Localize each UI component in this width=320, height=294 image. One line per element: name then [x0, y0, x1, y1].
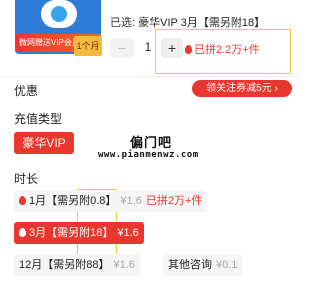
recharge-option-vip[interactable]: 豪华VIP [14, 132, 74, 154]
option-price: ¥1.6 [113, 259, 135, 271]
thumb-duration-badge: 1个月 [74, 36, 102, 56]
joined-count: 已拼2.2万+件 [185, 41, 260, 57]
flame-icon [19, 228, 26, 237]
duration-label: 时长 [14, 172, 39, 186]
duration-option-other[interactable]: 其他咨询 ¥0.1 [163, 254, 243, 276]
option-label: 1月【需另附0.8】 [29, 195, 117, 207]
option-price: ¥1.6 [117, 227, 139, 239]
quantity-value[interactable]: 1 [138, 40, 158, 54]
quantity-increase-button[interactable]: + [161, 38, 183, 58]
selected-summary: 已选: 豪华VIP 3月【需另附18】 [110, 14, 265, 30]
option-label: 其他咨询 [168, 259, 212, 271]
selected-value: 豪华VIP 3月【需另附18】 [138, 17, 266, 29]
selected-prefix: 已选: [110, 17, 136, 29]
duration-option-12-month[interactable]: 12月【需另附88】 ¥1.6 [14, 254, 140, 276]
divider [0, 76, 299, 77]
option-price: ¥0.1 [216, 259, 238, 271]
quantity-decrease-button[interactable]: − [110, 38, 134, 58]
recharge-type-label: 充值类型 [14, 112, 63, 126]
option-joined-count: 已拼2万+件 [145, 195, 203, 207]
sku-selection-panel: 微网赠送VIP会员 1个月 已选: 豪华VIP 3月【需另附18】 − 1 + … [0, 0, 299, 294]
discount-label: 优惠 [14, 84, 39, 98]
watermark-url: www.pianmenwz.com [98, 150, 199, 160]
option-price: ¥1.6 [120, 195, 142, 207]
watermark-title: 偏门吧 [130, 135, 173, 150]
option-label: 12月【需另附88】 [19, 259, 110, 271]
thumb-banner-text: 微网赠送VIP会员 [19, 38, 80, 47]
flame-icon [185, 45, 192, 54]
duration-option-3-month[interactable]: 3月【需另附18】 ¥1.6 [14, 222, 144, 244]
follow-coupon-button[interactable]: 领关注券减5元 › [192, 80, 292, 97]
flame-icon [19, 196, 26, 205]
joined-count-text: 已拼2.2万+件 [194, 44, 260, 56]
option-label: 3月【需另附18】 [29, 227, 114, 239]
duration-option-1-month[interactable]: 1月【需另附0.8】 ¥1.6 已拼2万+件 [14, 190, 208, 212]
